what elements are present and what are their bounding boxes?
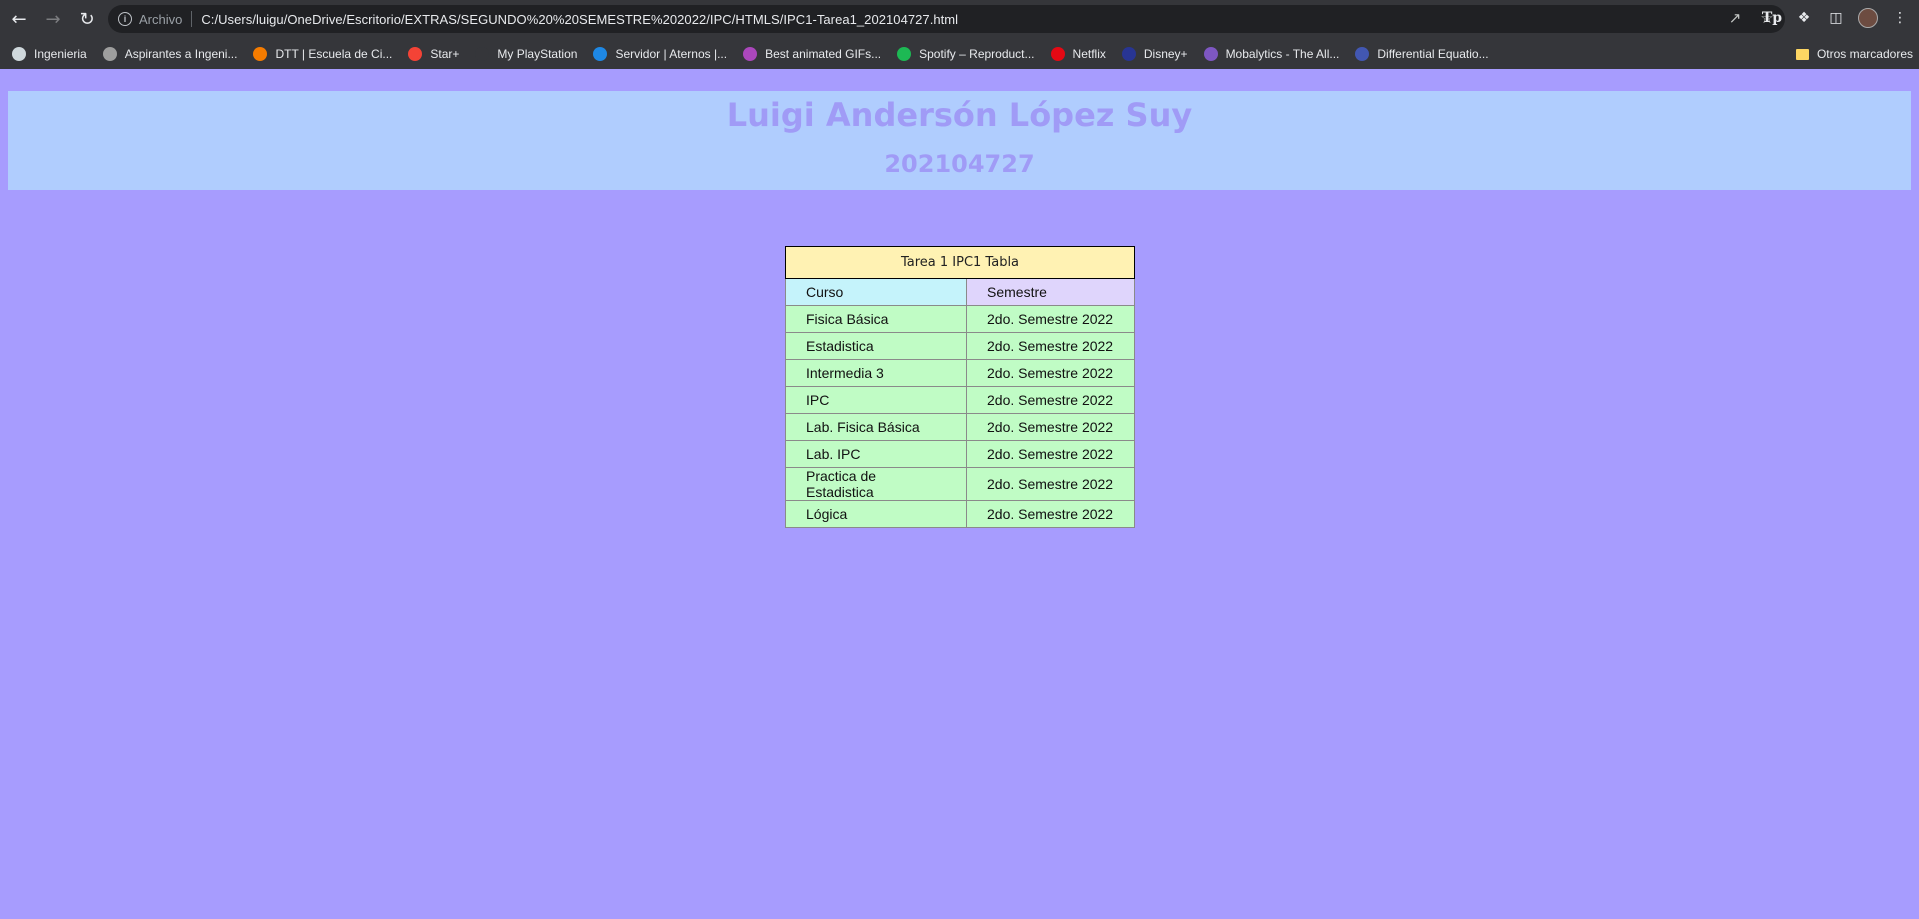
tp-extension-icon[interactable]: Tp [1761, 6, 1783, 30]
netflix-icon [1050, 46, 1065, 61]
profile-avatar[interactable] [1857, 6, 1879, 30]
reload-icon[interactable]: ↻ [72, 4, 102, 34]
bookmark-label: Ingenieria [34, 46, 87, 61]
quizlet-icon [1355, 46, 1370, 61]
bookmark-label: Servidor | Aternos |... [615, 46, 728, 61]
extensions-area: Tp ❖ ◫ ⋮ [1761, 6, 1911, 30]
playstation-icon [475, 46, 490, 61]
table-row: Lab. Fisica Básica 2do. Semestre 2022 [785, 413, 1135, 441]
semester-cell: 2do. Semestre 2022 [966, 305, 1135, 333]
back-icon[interactable]: ← [4, 4, 34, 34]
globe-icon [102, 46, 117, 61]
other-bookmarks-folder[interactable]: Otros marcadores [1795, 42, 1913, 66]
semester-cell: 2do. Semestre 2022 [966, 359, 1135, 387]
bookmark-label: My PlayStation [497, 46, 578, 61]
bookmark-item[interactable]: Differential Equatio... [1347, 42, 1496, 66]
semester-cell: 2do. Semestre 2022 [966, 386, 1135, 414]
bookmark-item[interactable]: DTT | Escuela de Ci... [245, 42, 400, 66]
url-text[interactable]: C:/Users/luigu/OneDrive/Escritorio/EXTRA… [201, 12, 958, 27]
toolbar: ← → ↻ i Archivo C:/Users/luigu/OneDrive/… [0, 0, 1919, 38]
table-row: Lab. IPC 2do. Semestre 2022 [785, 440, 1135, 468]
header-curso: Curso [785, 278, 967, 306]
aternos-icon [593, 46, 608, 61]
semester-cell: 2do. Semestre 2022 [966, 440, 1135, 468]
address-bar[interactable]: i Archivo C:/Users/luigu/OneDrive/Escrit… [108, 5, 1785, 33]
bookmark-label: Netflix [1072, 46, 1106, 61]
dtt-icon [253, 46, 268, 61]
table-row: IPC 2do. Semestre 2022 [785, 386, 1135, 414]
semester-cell: 2do. Semestre 2022 [966, 332, 1135, 360]
bookmark-label: DTT | Escuela de Ci... [275, 46, 393, 61]
course-cell: Fisica Básica [785, 305, 967, 333]
globe-icon [12, 46, 26, 61]
browser-chrome: ← → ↻ i Archivo C:/Users/luigu/OneDrive/… [0, 0, 1919, 69]
forward-icon[interactable]: → [38, 4, 68, 34]
course-cell: Intermedia 3 [785, 359, 967, 387]
side-panel-icon[interactable]: ◫ [1825, 6, 1847, 30]
other-bookmarks-label: Otros marcadores [1816, 47, 1913, 61]
bookmark-label: Mobalytics - The All... [1225, 46, 1340, 61]
course-cell: Practica de Estadistica [785, 467, 967, 501]
share-icon[interactable]: ↗ [1725, 9, 1745, 27]
bookmark-item[interactable]: Mobalytics - The All... [1196, 42, 1348, 66]
course-cell: IPC [785, 386, 967, 414]
scheme-label: Archivo [139, 11, 183, 27]
table-row: Fisica Básica 2do. Semestre 2022 [785, 305, 1135, 333]
bookmark-item[interactable]: Servidor | Aternos |... [585, 42, 735, 66]
page-header: Luigi Andersón López Suy 202104727 [8, 91, 1911, 190]
bookmark-item[interactable]: Spotify – Reproduct... [889, 42, 1042, 66]
semester-cell: 2do. Semestre 2022 [966, 413, 1135, 441]
divider [191, 11, 193, 27]
extensions-puzzle-icon[interactable]: ❖ [1793, 6, 1815, 30]
bookmarks-bar: Ingenieria Aspirantes a Ingeni... DTT | Es… [0, 38, 1919, 69]
bookmark-item[interactable]: My PlayStation [467, 42, 585, 66]
bookmark-label: Differential Equatio... [1377, 46, 1489, 61]
table-row: Practica de Estadistica 2do. Semestre 202… [785, 467, 1135, 501]
disney-icon [1121, 46, 1136, 61]
semester-cell: 2do. Semestre 2022 [966, 467, 1135, 501]
bookmark-item[interactable]: Ingenieria [4, 42, 95, 66]
menu-kebab-icon[interactable]: ⋮ [1889, 6, 1911, 30]
spotify-icon [897, 46, 912, 61]
table-header-row: Curso Semestre [785, 278, 1135, 306]
courses-table: Tarea 1 IPC1 Tabla Curso Semestre Fisica… [785, 246, 1135, 528]
mobalytics-icon [1203, 46, 1218, 61]
course-cell: Lab. IPC [785, 440, 967, 468]
bookmark-label: Spotify – Reproduct... [919, 46, 1035, 61]
table-row: Lógica 2do. Semestre 2022 [785, 500, 1135, 528]
gif-icon [743, 46, 758, 61]
course-cell: Lógica [785, 500, 967, 528]
table-caption: Tarea 1 IPC1 Tabla [785, 246, 1135, 279]
student-name: Luigi Andersón López Suy [726, 96, 1193, 134]
student-id: 202104727 [884, 150, 1035, 178]
header-semestre: Semestre [966, 278, 1135, 306]
bookmark-label: Star+ [430, 46, 460, 61]
folder-icon [1795, 48, 1809, 60]
semester-cell: 2do. Semestre 2022 [966, 500, 1135, 528]
course-cell: Estadistica [785, 332, 967, 360]
table-body: Curso Semestre Fisica Básica 2do. Semestr… [785, 278, 1135, 528]
bookmark-item[interactable]: Disney+ [1114, 42, 1196, 66]
bookmark-label: Disney+ [1143, 46, 1188, 61]
bookmark-label: Aspirantes a Ingeni... [124, 46, 238, 61]
bookmark-label: Best animated GIFs... [765, 46, 882, 61]
bookmark-item[interactable]: Best animated GIFs... [735, 42, 889, 66]
table-row: Intermedia 3 2do. Semestre 2022 [785, 359, 1135, 387]
table-row: Estadistica 2do. Semestre 2022 [785, 332, 1135, 360]
course-cell: Lab. Fisica Básica [785, 413, 967, 441]
bookmark-item[interactable]: Netflix [1043, 42, 1114, 66]
star-icon [408, 46, 423, 61]
info-icon[interactable]: i [118, 12, 132, 26]
bookmark-item[interactable]: Aspirantes a Ingeni... [95, 42, 246, 66]
bookmark-item[interactable]: Star+ [400, 42, 467, 66]
